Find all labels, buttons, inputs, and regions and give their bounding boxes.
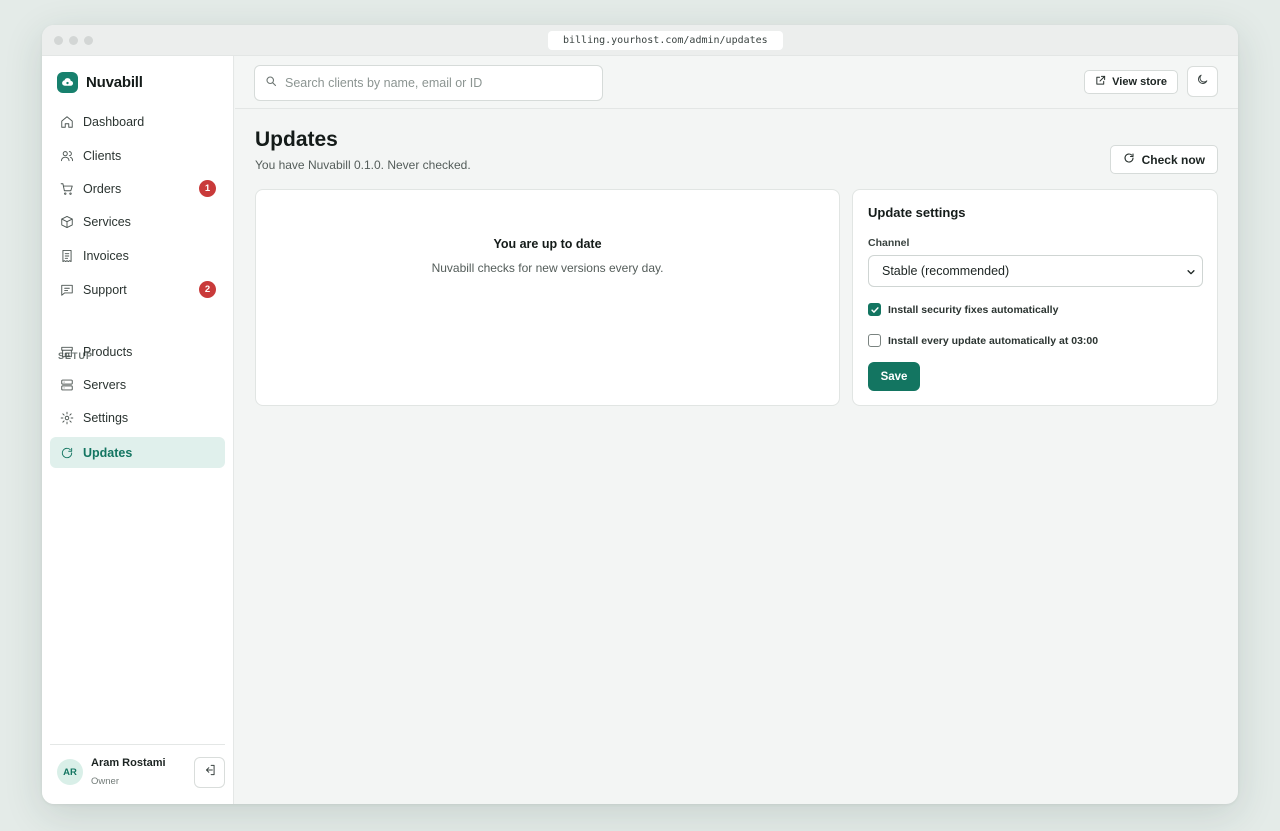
- sidebar-item-label: Clients: [83, 148, 122, 163]
- user-role: Owner: [91, 776, 119, 787]
- sidebar-item-label: Servers: [83, 377, 127, 392]
- auto-update-checkbox[interactable]: [868, 334, 881, 347]
- window-controls: [54, 36, 93, 45]
- search-box[interactable]: [254, 65, 603, 101]
- support-count-badge: 2: [199, 281, 216, 298]
- view-store-button[interactable]: View store: [1084, 70, 1178, 94]
- sidebar-item-orders[interactable]: Orders 1: [50, 173, 225, 204]
- box-icon: [59, 214, 74, 229]
- status-text: Nuvabill checks for new versions every d…: [431, 261, 664, 275]
- check-now-button[interactable]: Check now: [1109, 145, 1218, 174]
- view-store-label: View store: [1112, 76, 1167, 88]
- page-title: Updates: [255, 128, 338, 151]
- sidebar-item-clients[interactable]: Clients: [50, 140, 225, 171]
- sidebar-item-settings[interactable]: Settings: [50, 402, 225, 433]
- external-link-icon: [1095, 75, 1106, 89]
- store-icon: [59, 344, 74, 359]
- cloud-logo-icon: [57, 72, 78, 93]
- sidebar-item-invoices[interactable]: Invoices: [50, 240, 225, 271]
- update-status-card: You are up to date Nuvabill checks for n…: [255, 189, 840, 406]
- settings-title: Update settings: [868, 205, 966, 220]
- search-icon: [265, 74, 277, 92]
- gear-icon: [59, 410, 74, 425]
- users-icon: [59, 148, 74, 163]
- user-name: Aram Rostami: [91, 757, 166, 769]
- avatar[interactable]: AR: [57, 759, 83, 785]
- topbar: View store: [235, 56, 1238, 109]
- save-button[interactable]: Save: [868, 362, 920, 391]
- search-input[interactable]: [285, 76, 585, 90]
- refresh-icon: [59, 445, 74, 460]
- sidebar-item-label: Support: [83, 282, 127, 297]
- message-icon: [59, 282, 74, 297]
- sidebar-item-label: Products: [83, 344, 133, 359]
- user-profile: AR Aram Rostami Owner: [50, 744, 225, 804]
- channel-selected-value: Stable (recommended): [882, 264, 1010, 278]
- sidebar-item-services[interactable]: Services: [50, 206, 225, 237]
- home-icon: [59, 114, 74, 129]
- browser-titlebar: billing.yourhost.com/admin/updates: [42, 25, 1238, 56]
- sidebar-item-products[interactable]: Products: [50, 336, 225, 367]
- sidebar: Nuvabill Dashboard Clients Orders 1 Serv…: [42, 56, 234, 804]
- channel-select[interactable]: Stable (recommended): [868, 255, 1203, 287]
- page-subtitle: You have Nuvabill 0.1.0. Never checked.: [255, 158, 471, 172]
- refresh-icon: [1123, 152, 1135, 167]
- orders-count-badge: 1: [199, 180, 216, 197]
- sidebar-item-updates[interactable]: Updates: [50, 437, 225, 468]
- sidebar-item-label: Services: [83, 214, 131, 229]
- chevron-down-icon: [1186, 266, 1196, 280]
- brand-name: Nuvabill: [86, 74, 143, 91]
- auto-update-option[interactable]: Install every update automatically at 03…: [868, 334, 1098, 347]
- sidebar-item-support[interactable]: Support 2: [50, 274, 225, 305]
- server-icon: [59, 377, 74, 392]
- security-fixes-checkbox[interactable]: [868, 303, 881, 316]
- window-dot[interactable]: [69, 36, 78, 45]
- logout-button[interactable]: [194, 757, 225, 788]
- channel-label: Channel: [868, 237, 910, 249]
- cart-icon: [59, 181, 74, 196]
- receipt-icon: [59, 248, 74, 263]
- browser-window: billing.yourhost.com/admin/updates Nuvab…: [42, 25, 1238, 804]
- logout-icon: [203, 763, 217, 782]
- sidebar-item-label: Invoices: [83, 248, 129, 263]
- theme-toggle-button[interactable]: [1187, 66, 1218, 97]
- update-settings-card: Update settings Channel Stable (recommen…: [852, 189, 1218, 406]
- window-dot[interactable]: [54, 36, 63, 45]
- sidebar-item-label: Orders: [83, 181, 122, 196]
- check-now-label: Check now: [1141, 152, 1205, 167]
- auto-update-label: Install every update automatically at 03…: [888, 334, 1099, 347]
- security-fixes-option[interactable]: Install security fixes automatically: [868, 303, 1058, 316]
- sidebar-item-label: Dashboard: [83, 114, 145, 129]
- status-title: You are up to date: [493, 237, 602, 251]
- address-bar[interactable]: billing.yourhost.com/admin/updates: [548, 31, 783, 50]
- sidebar-item-dashboard[interactable]: Dashboard: [50, 106, 225, 137]
- security-fixes-label: Install security fixes automatically: [888, 303, 1059, 316]
- window-dot[interactable]: [84, 36, 93, 45]
- brand[interactable]: Nuvabill: [57, 72, 143, 93]
- moon-icon: [1196, 73, 1209, 91]
- sidebar-item-servers[interactable]: Servers: [50, 369, 225, 400]
- sidebar-item-label: Updates: [83, 445, 133, 460]
- sidebar-item-label: Settings: [83, 410, 129, 425]
